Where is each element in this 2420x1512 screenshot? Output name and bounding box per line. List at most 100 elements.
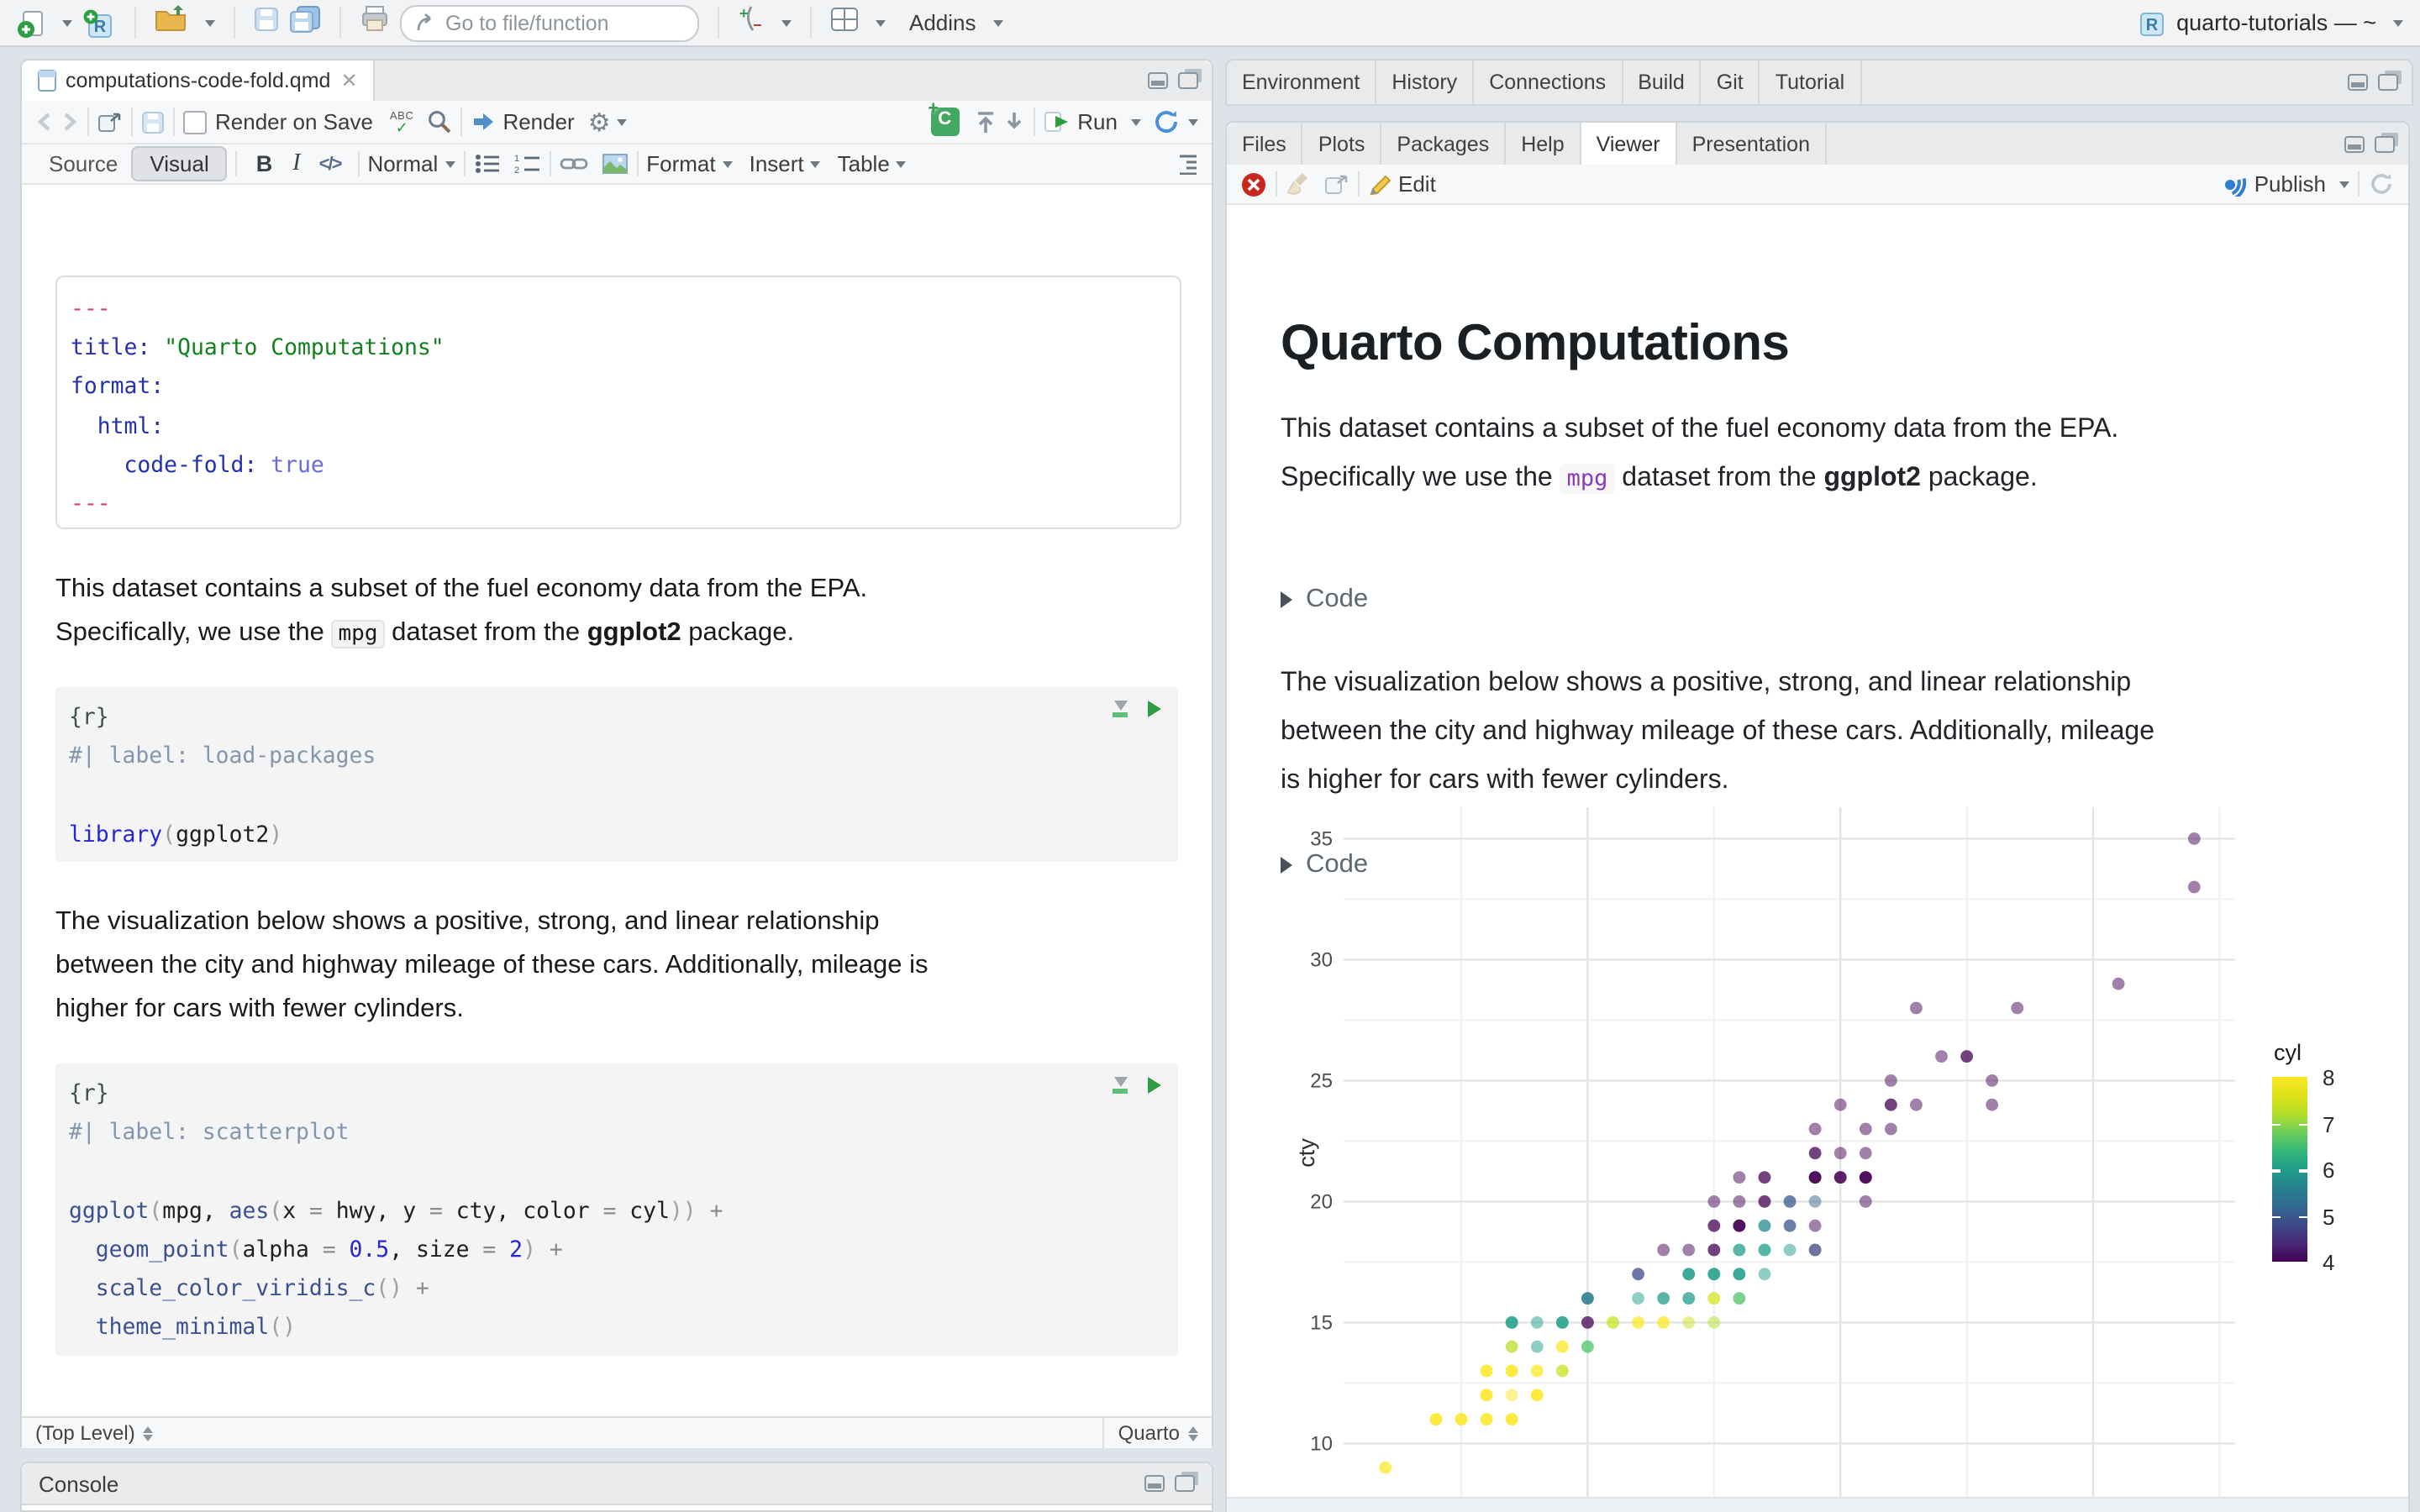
- project-name: quarto-tutorials — ~: [2176, 10, 2376, 35]
- tab-viewer[interactable]: Viewer: [1581, 123, 1677, 165]
- spellcheck-icon[interactable]: ABC ✓: [390, 111, 414, 135]
- run-above-arrow-icon[interactable]: [975, 110, 997, 134]
- tab-build[interactable]: Build: [1623, 60, 1702, 104]
- goto-file-input[interactable]: Go to file/function: [400, 4, 699, 41]
- edit-button[interactable]: Edit: [1368, 171, 1436, 197]
- tab-packages[interactable]: Packages: [1381, 123, 1507, 165]
- insert-chunk-icon[interactable]: C +: [928, 99, 960, 136]
- svg-text:1: 1: [513, 154, 518, 164]
- svg-text:10: 10: [1310, 1432, 1333, 1455]
- editor-statusbar: (Top Level) Quarto: [22, 1416, 1212, 1448]
- clear-viewer-broom-icon[interactable]: [1286, 171, 1313, 197]
- data-point: [1808, 1219, 1822, 1232]
- project-menu[interactable]: R quarto-tutorials — ~: [2138, 8, 2403, 37]
- publish-button[interactable]: Publish: [2219, 171, 2349, 197]
- panes-layout-icon[interactable]: [830, 6, 859, 39]
- table-menu[interactable]: Table: [838, 151, 890, 176]
- code-fold-1[interactable]: Code: [1281, 585, 1368, 615]
- maximize-pane-icon[interactable]: [2378, 74, 2398, 91]
- minimize-console-icon[interactable]: [1144, 1475, 1165, 1492]
- minimize-pane-icon[interactable]: [2348, 74, 2368, 91]
- popout-icon[interactable]: [1324, 173, 1349, 195]
- version-control-caret[interactable]: [781, 19, 792, 26]
- link-icon[interactable]: [559, 153, 587, 175]
- save-icon[interactable]: [254, 6, 279, 39]
- minimize-pane-icon[interactable]: [2344, 135, 2365, 152]
- minimize-pane-icon[interactable]: [1148, 72, 1168, 89]
- format-menu[interactable]: Format: [646, 151, 715, 176]
- maximize-pane-icon[interactable]: [2375, 135, 2395, 152]
- insert-menu[interactable]: Insert: [750, 151, 804, 176]
- tab-help[interactable]: Help: [1506, 123, 1581, 165]
- file-type-selector[interactable]: Quarto: [1102, 1418, 1212, 1448]
- data-point: [1833, 1171, 1847, 1184]
- print-icon[interactable]: [360, 5, 390, 40]
- source-refresh-icon[interactable]: [1153, 109, 1181, 134]
- editor-paragraph-1[interactable]: This dataset contains a subset of the fu…: [55, 568, 1185, 657]
- panes-layout-caret[interactable]: [876, 19, 886, 26]
- tab-plots[interactable]: Plots: [1303, 123, 1382, 165]
- run-chunks-above-icon[interactable]: [1113, 701, 1128, 717]
- tab-environment[interactable]: Environment: [1227, 60, 1377, 104]
- viewer-toolbar: Edit Publish: [1227, 165, 2408, 205]
- addins-caret[interactable]: [992, 19, 1003, 26]
- maximize-console-icon[interactable]: [1175, 1475, 1195, 1492]
- data-point: [1833, 1098, 1847, 1111]
- legend-tick-mark: [2299, 1123, 2307, 1126]
- outline-toggle-icon[interactable]: [1173, 154, 1198, 174]
- bold-button[interactable]: B: [246, 151, 283, 176]
- editor-paragraph-2[interactable]: The visualization below shows a positive…: [55, 900, 1185, 1032]
- save-all-icon[interactable]: [289, 4, 321, 41]
- gear-icon[interactable]: ⚙: [588, 107, 611, 137]
- yaml-block[interactable]: --- title: "Quarto Computations" format: h…: [55, 276, 1181, 529]
- source-mode-button[interactable]: Source: [35, 148, 131, 180]
- render-options-caret[interactable]: [617, 118, 628, 125]
- tab-presentation[interactable]: Presentation: [1677, 123, 1827, 165]
- bullet-list-icon[interactable]: [473, 153, 500, 175]
- console-tab[interactable]: Console: [39, 1471, 118, 1496]
- tab-files[interactable]: Files: [1227, 123, 1303, 165]
- editor-content[interactable]: --- title: "Quarto Computations" format: h…: [22, 185, 1212, 1416]
- tab-connections[interactable]: Connections: [1474, 60, 1623, 104]
- code-button[interactable]: </>: [311, 154, 350, 174]
- new-project-icon[interactable]: R: [82, 6, 116, 39]
- popout-icon[interactable]: [97, 111, 123, 133]
- tab-git[interactable]: Git: [1702, 60, 1760, 104]
- addins-menu[interactable]: Addins: [909, 10, 976, 35]
- open-file-caret[interactable]: [205, 19, 215, 26]
- italic-button[interactable]: I: [282, 150, 310, 177]
- run-chunks-above-icon[interactable]: [1113, 1077, 1128, 1094]
- save-doc-icon[interactable]: [141, 110, 165, 134]
- run-button[interactable]: Run: [1044, 109, 1141, 134]
- maximize-pane-icon[interactable]: [1178, 72, 1198, 89]
- code-chunk-2[interactable]: {r} #| label: scatterplot ggplot(mpg, aes…: [55, 1063, 1178, 1356]
- source-caret[interactable]: [1188, 118, 1198, 125]
- tab-tutorial[interactable]: Tutorial: [1760, 60, 1862, 104]
- run-below-arrow-icon[interactable]: [1003, 110, 1025, 134]
- render-button[interactable]: Render: [471, 109, 575, 134]
- version-control-icon[interactable]: + −: [738, 3, 765, 42]
- render-on-save-checkbox[interactable]: [183, 110, 207, 134]
- data-point: [1505, 1340, 1518, 1353]
- refresh-icon[interactable]: [2368, 171, 2395, 197]
- tab-history[interactable]: History: [1376, 60, 1475, 104]
- open-file-icon[interactable]: [155, 5, 188, 40]
- outline-location-selector[interactable]: (Top Level): [35, 1421, 135, 1445]
- run-chunk-icon[interactable]: [1148, 701, 1161, 717]
- new-file-caret[interactable]: [62, 19, 72, 26]
- image-icon[interactable]: [601, 153, 628, 175]
- code-chunk-1[interactable]: {r} #| label: load-packages library(ggplo…: [55, 687, 1178, 862]
- stop-icon[interactable]: [1240, 171, 1267, 197]
- editor-tab[interactable]: computations-code-fold.qmd ✕: [22, 60, 375, 101]
- data-point: [1733, 1243, 1746, 1257]
- close-tab-icon[interactable]: ✕: [340, 69, 357, 92]
- run-chunk-icon[interactable]: [1148, 1077, 1161, 1094]
- visual-mode-button[interactable]: Visual: [131, 146, 228, 181]
- forward-icon[interactable]: [57, 113, 79, 131]
- svg-text:15: 15: [1310, 1311, 1333, 1334]
- back-icon[interactable]: [35, 113, 57, 131]
- numbered-list-icon[interactable]: 12: [513, 153, 540, 175]
- paragraph-style-dropdown[interactable]: Normal: [367, 151, 438, 176]
- search-icon[interactable]: [427, 109, 452, 134]
- new-file-icon[interactable]: [17, 8, 45, 38]
